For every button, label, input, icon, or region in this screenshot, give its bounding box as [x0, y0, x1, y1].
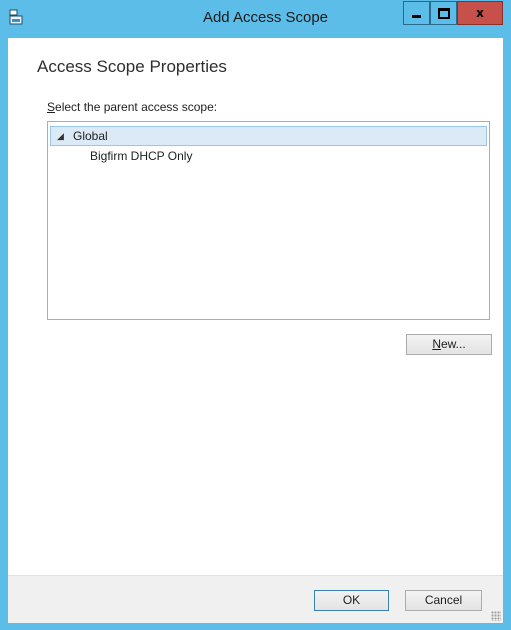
minimize-button[interactable] — [403, 1, 430, 25]
collapse-triangle-icon[interactable]: ◢ — [57, 127, 64, 147]
parent-scope-label: Select the parent access scope: — [47, 100, 217, 114]
new-button[interactable]: New... — [406, 334, 492, 355]
title-bar[interactable]: Add Access Scope x — [0, 0, 511, 38]
label-mnemonic: S — [47, 100, 56, 114]
tree-node-global[interactable]: ◢ Global — [50, 126, 487, 146]
cancel-button[interactable]: Cancel — [405, 590, 482, 611]
resize-grip-icon[interactable] — [491, 611, 501, 621]
maximize-icon — [437, 7, 450, 19]
maximize-button[interactable] — [430, 1, 457, 25]
page-title: Access Scope Properties — [37, 57, 227, 76]
tree-node-label: Bigfirm DHCP Only — [90, 149, 193, 163]
minimize-icon — [412, 14, 421, 18]
tree-node-bigfirm-dhcp-only[interactable]: Bigfirm DHCP Only — [50, 146, 487, 166]
dialog-body: Access Scope Properties Select the paren… — [8, 38, 503, 623]
label-text: elect the parent access scope: — [55, 100, 218, 114]
close-button[interactable]: x — [457, 1, 503, 25]
dialog-window: Add Access Scope x Access Scope Properti… — [0, 0, 511, 630]
close-icon: x — [476, 6, 484, 20]
new-label: ew... — [440, 337, 466, 351]
access-scope-tree[interactable]: ◢ Global Bigfirm DHCP Only — [47, 121, 490, 320]
ok-button[interactable]: OK — [314, 590, 389, 611]
tree-node-label: Global — [73, 129, 108, 143]
new-mnemonic: N — [432, 337, 441, 351]
dialog-footer: OK Cancel — [8, 575, 503, 623]
